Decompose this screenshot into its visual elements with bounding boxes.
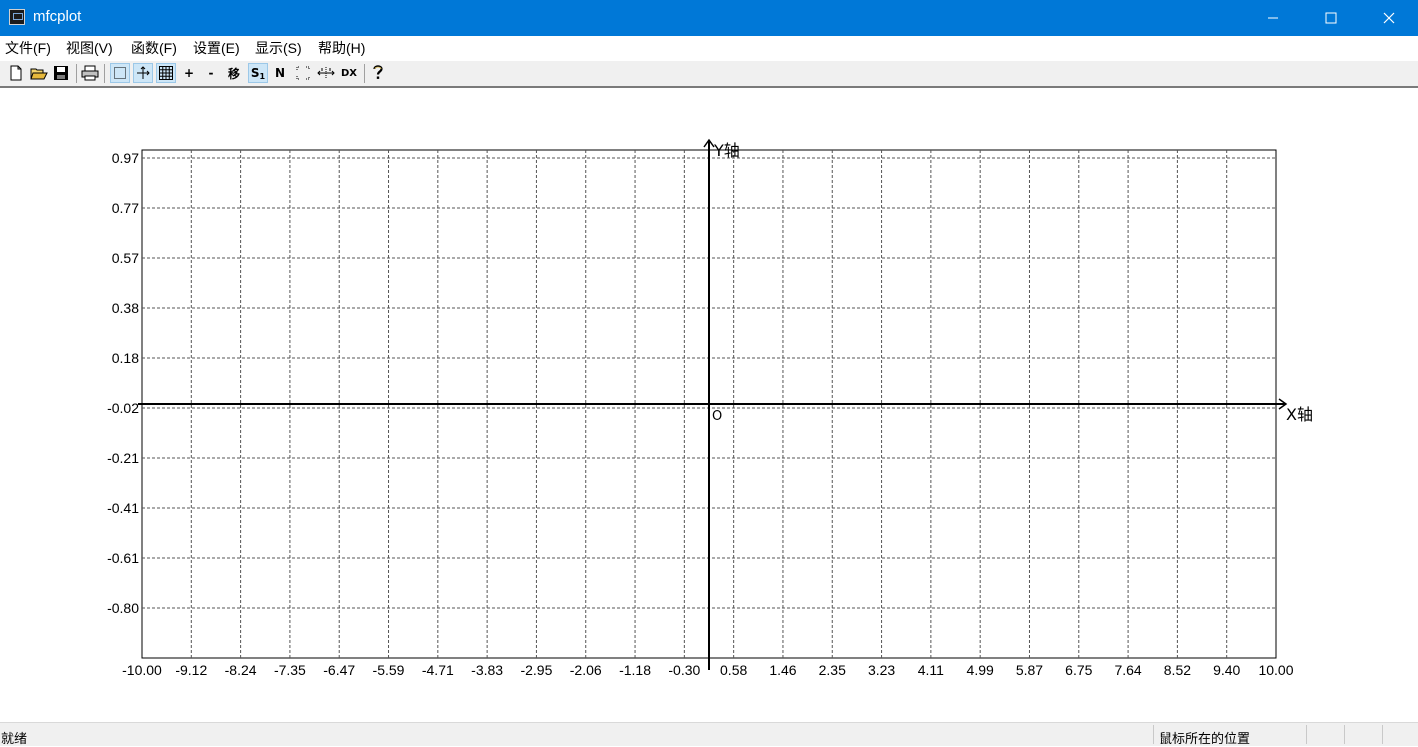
- x-tick-label: 3.23: [868, 662, 895, 678]
- y-tick-label: 0.97: [112, 150, 139, 166]
- select-rect-button[interactable]: [110, 63, 130, 83]
- x-tick-label: 2.35: [819, 662, 846, 678]
- menu-bar: 文件(F) 视图(V) 函数(F) 设置(E) 显示(S) 帮助(H): [0, 36, 1418, 62]
- s1-subscript: 1: [259, 71, 266, 81]
- y-tick-label: 0.57: [112, 250, 139, 266]
- save-button[interactable]: [51, 63, 71, 83]
- x-tick-label: -1.18: [619, 662, 651, 678]
- x-tick-label: -3.83: [471, 662, 503, 678]
- scale-button[interactable]: [316, 63, 336, 83]
- x-tick-label: 8.52: [1164, 662, 1191, 678]
- x-tick-label: 10.00: [1258, 662, 1293, 678]
- grid-button[interactable]: [156, 63, 176, 83]
- move-button[interactable]: 移: [224, 63, 244, 83]
- print-button[interactable]: [80, 63, 100, 83]
- status-divider: [1153, 725, 1154, 744]
- toolbar-separator: [364, 64, 365, 83]
- y-tick-label: -0.61: [107, 550, 139, 566]
- menu-view[interactable]: 视图(V): [66, 40, 113, 57]
- grid-icon: [159, 66, 173, 80]
- origin-label: O: [712, 409, 722, 424]
- plot-canvas[interactable]: -10.00 -9.12 -8.24 -7.35 -6.47 -5.59 -4.71 -3.8…: [0, 88, 1418, 720]
- new-file-button[interactable]: [6, 63, 26, 83]
- minimize-button[interactable]: [1244, 0, 1302, 36]
- title-bar[interactable]: mfcplot: [0, 0, 1418, 36]
- print-icon: [81, 65, 99, 81]
- menu-file[interactable]: 文件(F): [5, 40, 51, 57]
- axis-button[interactable]: [133, 63, 153, 83]
- fit-button[interactable]: [293, 63, 313, 83]
- s1-label: S: [250, 66, 260, 80]
- x-tick-label: -7.35: [274, 662, 306, 678]
- x-tick-label: 5.87: [1016, 662, 1043, 678]
- save-icon: [54, 66, 68, 80]
- y-tick-label: -0.41: [107, 500, 139, 516]
- status-divider: [1344, 725, 1345, 744]
- x-tick-label: 4.11: [918, 662, 944, 678]
- toolbar-separator: [104, 64, 105, 83]
- close-button[interactable]: [1360, 0, 1418, 36]
- x-tick-label: -4.71: [422, 662, 454, 678]
- status-divider: [1306, 725, 1307, 744]
- n-button[interactable]: N: [270, 63, 290, 83]
- y-tick-label: -0.02: [107, 400, 139, 416]
- scale-icon: [317, 67, 335, 79]
- axis-icon: [137, 66, 150, 79]
- s1-button[interactable]: S1: [248, 63, 268, 83]
- fit-corners-icon: [296, 66, 310, 80]
- x-tick-label: -10.00: [122, 662, 162, 678]
- toolbar: + - 移 S1 N DX: [0, 61, 1418, 88]
- status-divider: [1382, 725, 1383, 744]
- minimize-icon: [1268, 17, 1278, 19]
- window-title: mfcplot: [33, 8, 82, 25]
- x-tick-label: -9.12: [175, 662, 207, 678]
- x-tick-label: 4.99: [967, 662, 994, 678]
- x-axis-label: X轴: [1286, 405, 1313, 424]
- app-icon: [9, 9, 25, 25]
- toolbar-separator: [76, 64, 77, 83]
- status-ready: 就绪: [1, 732, 28, 747]
- x-tick-label: 0.58: [720, 662, 747, 678]
- status-bar: 就绪 鼠标所在的位置: [0, 722, 1418, 747]
- open-folder-icon: [30, 68, 48, 80]
- y-tick-label: -0.21: [107, 450, 139, 466]
- x-tick-label: -5.59: [373, 662, 405, 678]
- menu-settings[interactable]: 设置(E): [193, 40, 240, 57]
- zoom-out-button[interactable]: -: [201, 63, 221, 83]
- x-tick-label: -8.24: [225, 662, 257, 678]
- y-tick-label: 0.77: [112, 200, 139, 216]
- close-icon: [1383, 12, 1395, 24]
- open-file-button[interactable]: [29, 63, 49, 83]
- zoom-in-button[interactable]: +: [179, 63, 199, 83]
- status-mouse-position: 鼠标所在的位置: [1159, 732, 1251, 747]
- y-tick-label: -0.80: [107, 600, 139, 616]
- menu-display[interactable]: 显示(S): [255, 40, 302, 57]
- x-tick-label: -0.30: [668, 662, 700, 678]
- x-tick-label: 9.40: [1213, 662, 1240, 678]
- x-tick-label: 7.64: [1114, 662, 1141, 678]
- x-tick-label: -2.95: [520, 662, 552, 678]
- help-button[interactable]: [368, 63, 388, 83]
- x-tick-label: -6.47: [323, 662, 355, 678]
- x-tick-label: 1.46: [769, 662, 796, 678]
- x-tick-label: -2.06: [570, 662, 602, 678]
- dx-button[interactable]: DX: [339, 63, 359, 83]
- menu-help[interactable]: 帮助(H): [318, 40, 365, 57]
- y-tick-label: 0.18: [112, 350, 139, 366]
- menu-function[interactable]: 函数(F): [131, 40, 177, 57]
- select-rect-icon: [114, 67, 126, 79]
- help-icon: [373, 65, 383, 79]
- y-axis-label: Y轴: [713, 141, 740, 160]
- y-tick-label: 0.38: [112, 300, 139, 316]
- maximize-button[interactable]: [1302, 0, 1360, 36]
- new-file-icon: [10, 65, 22, 81]
- maximize-icon: [1325, 12, 1337, 24]
- x-tick-label: 6.75: [1065, 662, 1092, 678]
